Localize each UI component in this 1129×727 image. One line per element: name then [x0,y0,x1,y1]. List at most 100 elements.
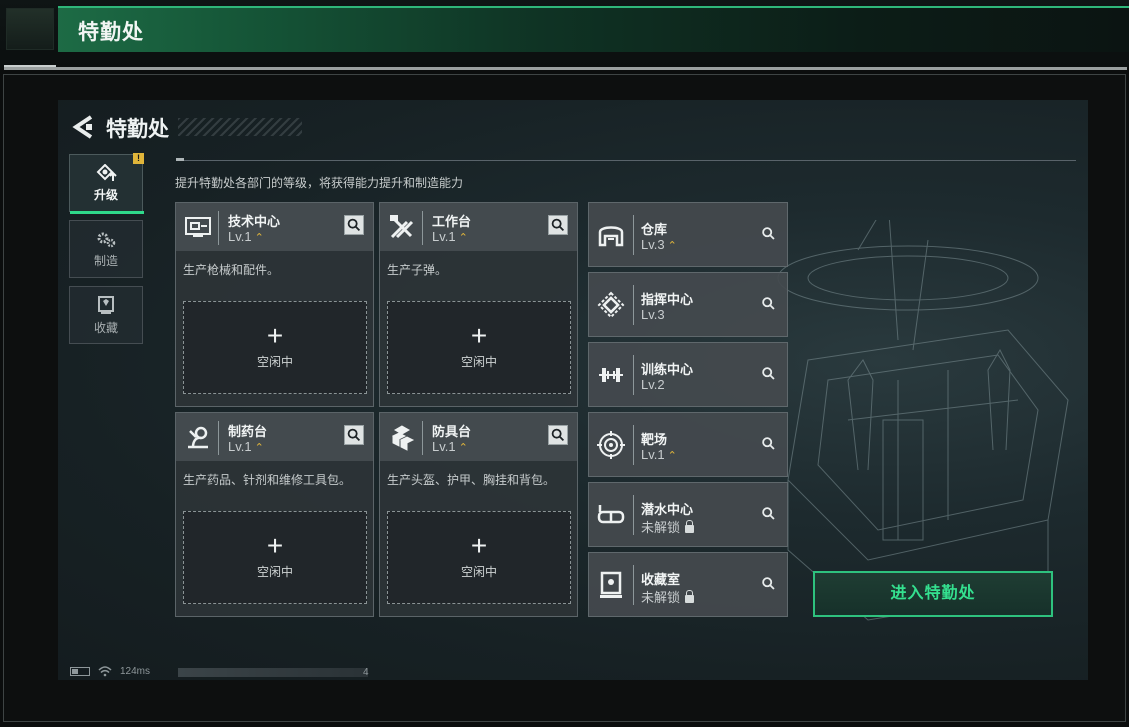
facility-name: 潜水中心 [641,502,694,517]
facility-warehouse[interactable]: 仓库 Lv.3 ⌃ [588,202,788,267]
dept-description: 生产子弹。 [387,263,448,277]
dept-name: 技术中心 [228,214,281,229]
enter-special-ops-button[interactable]: 进入特勤处 [813,571,1053,617]
facility-command-center[interactable]: 指挥中心 Lv.3 [588,272,788,337]
wifi-icon [98,666,112,677]
facility-level: Lv.1 ⌃ [641,447,677,462]
facility-level-value: 未解锁 [641,590,681,605]
dept-description: 生产头盔、护甲、胸挂和背包。 [387,473,556,487]
facility-name: 仓库 [641,222,668,237]
magnify-icon[interactable] [760,505,778,523]
header-rule [176,160,1076,161]
dept-card-tech-center[interactable]: 技术中心 Lv.1 ⌃ 生产枪械和配件。 + 空闲中 [175,202,374,407]
tab-upgrade-label: 升级 [93,187,118,202]
title-bar-emblem [6,8,54,50]
facility-name: 指挥中心 [641,292,694,307]
item-separator [633,495,634,535]
production-slot[interactable]: + 空闲中 [183,301,367,394]
magnify-icon[interactable] [760,295,778,313]
magnify-icon[interactable] [760,435,778,453]
item-separator [633,215,634,255]
upgrade-chevron-icon: ⌃ [458,232,468,244]
header-separator [422,211,423,245]
tab-collection-label: 收藏 [93,320,118,335]
tab-collection[interactable]: 收藏 [69,286,143,344]
upgrade-chevron-icon: ⌃ [458,442,468,454]
dept-description: 生产枪械和配件。 [183,263,280,277]
tab-craft-label: 制造 [93,253,118,268]
facility-name: 靶场 [641,432,668,447]
dept-level: Lv.1 ⌃ [228,229,264,244]
facility-diving-center[interactable]: 潜水中心 未解锁 [588,482,788,547]
training-icon [599,368,623,382]
facility-level: Lv.3 ⌃ [641,237,677,252]
item-separator [633,565,634,605]
slot-status: 空闲中 [256,565,293,579]
collection-room-icon [600,571,622,598]
upgrade-icon [96,163,117,181]
title-bar: 特勤处 [0,0,1129,70]
title-stripe-decoration [178,118,302,136]
dept-card-armor-bench[interactable]: 防具台 Lv.1 ⌃ 生产头盔、护甲、胸挂和背包。 + 空闲中 [379,412,578,617]
production-slot[interactable]: + 空闲中 [387,301,571,394]
magnify-icon[interactable] [344,215,364,235]
title-divider [4,67,1127,70]
facility-collection-room[interactable]: 收藏室 未解锁 [588,552,788,617]
slot-status: 空闲中 [460,565,497,579]
ping-value: 124ms [120,666,151,677]
facility-level-value: Lv.1 [641,447,665,462]
item-separator [633,425,634,465]
header-separator [218,421,219,455]
item-separator [633,285,634,325]
command-center-icon [597,291,625,319]
header-separator [422,421,423,455]
facility-target-range[interactable]: 靶场 Lv.1 ⌃ [588,412,788,477]
tab-craft[interactable]: 制造 [69,220,143,278]
magnify-icon[interactable] [548,425,568,445]
tab-active-indicator [70,211,144,214]
tab-upgrade[interactable]: 升级 ! [69,153,144,214]
magnify-icon[interactable] [548,215,568,235]
facility-level: Lv.2 [641,377,665,392]
dept-level: Lv.1 ⌃ [432,229,468,244]
plus-icon: + [266,320,284,351]
upgrade-chevron-icon: ⌃ [667,450,677,462]
facility-name: 收藏室 [641,572,681,587]
slot-status: 空闲中 [256,355,293,369]
uid-bar [178,668,368,677]
production-slot[interactable]: + 空闲中 [387,511,571,604]
dept-description: 生产药品、针剂和维修工具包。 [183,473,352,487]
workbench-icon [390,215,414,239]
plus-icon: + [470,320,488,351]
plus-icon: + [266,530,284,561]
facility-name: 训练中心 [641,362,694,377]
facility-level: Lv.3 [641,307,665,322]
dept-level-value: Lv.1 [432,229,456,244]
pharmacy-icon [188,426,208,449]
dept-name: 工作台 [432,214,472,229]
window-title: 特勤处 [78,21,144,44]
header-separator [218,211,219,245]
back-arrow-icon[interactable] [71,114,95,140]
upgrade-chevron-icon: ⌃ [254,232,264,244]
magnify-icon[interactable] [760,225,778,243]
status-bar: 124ms [70,666,150,677]
dept-level: Lv.1 ⌃ [432,439,468,454]
dept-card-pharmacy[interactable]: 制药台 Lv.1 ⌃ 生产药品、针剂和维修工具包。 + 空闲中 [175,412,374,617]
dept-name: 制药台 [228,424,268,439]
page-title: 特勤处 [106,118,169,141]
game-viewport: 特勤处 提升特勤处各部门的等级，将获得能力提升和制造能力 升级 ! 制造 收藏 [58,100,1088,680]
magnify-icon[interactable] [760,575,778,593]
upgrade-chevron-icon: ⌃ [667,240,677,252]
magnify-icon[interactable] [344,425,364,445]
magnify-icon[interactable] [760,365,778,383]
header-rule-accent [176,158,184,161]
dept-card-workbench[interactable]: 工作台 Lv.1 ⌃ 生产子弹。 + 空闲中 [379,202,578,407]
facility-training-center[interactable]: 训练中心 Lv.2 [588,342,788,407]
dept-level-value: Lv.1 [432,439,456,454]
gears-icon [97,232,116,247]
collection-icon [98,295,114,314]
dept-level: Lv.1 ⌃ [228,439,264,454]
facility-level: 未解锁 [641,587,695,606]
production-slot[interactable]: + 空闲中 [183,511,367,604]
